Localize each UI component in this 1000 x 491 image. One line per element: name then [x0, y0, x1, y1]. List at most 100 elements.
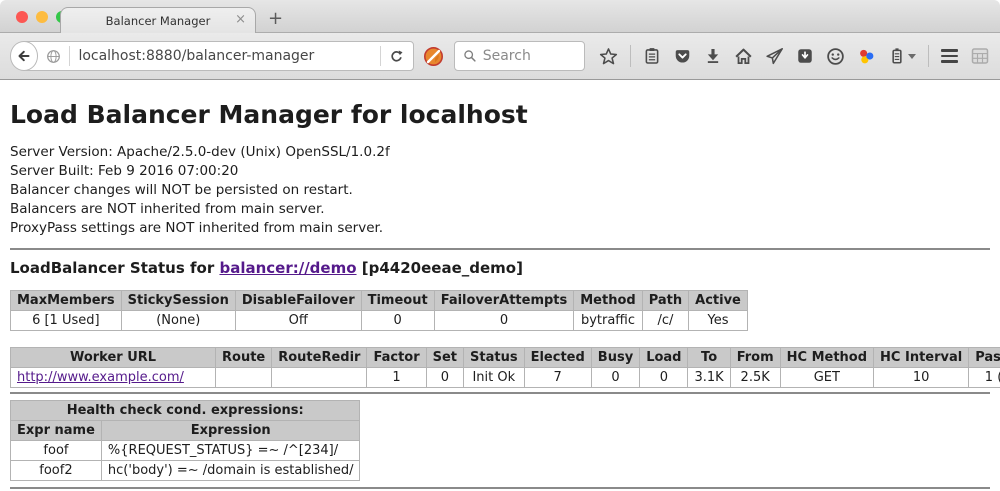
table-cell: 0 — [361, 311, 434, 331]
worker-url-cell: http://www.example.com/ — [11, 368, 216, 388]
status-heading-prefix: LoadBalancer Status for — [10, 259, 219, 277]
clipboard-button[interactable] — [643, 47, 661, 65]
proxypass-note-line: ProxyPass settings are NOT inherited fro… — [10, 219, 990, 238]
column-header: DisableFailover — [235, 291, 361, 311]
worker-status-table: Worker URLRouteRouteRedirFactorSetStatus… — [10, 347, 1000, 388]
pocket-icon — [673, 47, 692, 66]
toolbar-buttons — [599, 45, 990, 67]
table-cell: bytraffic — [574, 311, 642, 331]
url-text[interactable]: localhost:8880/balancer-manager — [78, 48, 371, 64]
loadbalancer-status-heading: LoadBalancer Status for balancer://demo … — [10, 259, 990, 277]
send-icon — [765, 47, 784, 66]
content-block-button[interactable] — [423, 46, 444, 67]
color-dots-icon — [857, 47, 876, 66]
close-tab-icon[interactable]: × — [235, 13, 246, 26]
column-header: Expression — [101, 421, 360, 441]
dropdown-caret-icon — [908, 54, 916, 59]
search-input[interactable] — [483, 48, 573, 64]
reader-grid-icon — [970, 46, 990, 66]
health-row: foof %{REQUEST_STATUS} =~ /^[234]/ — [11, 441, 360, 461]
persist-note-line: Balancer changes will NOT be persisted o… — [10, 181, 990, 200]
table-cell: 6 [1 Used] — [11, 311, 122, 331]
section-divider — [10, 392, 990, 394]
table-cell: 3.1K — [688, 368, 730, 388]
menu-button[interactable] — [941, 49, 958, 63]
table-cell: 10 — [874, 368, 969, 388]
downloads-button[interactable] — [704, 47, 722, 65]
balancer-header-row: MaxMembersStickySessionDisableFailoverTi… — [11, 291, 748, 311]
search-bar[interactable] — [454, 41, 585, 71]
reader-grid-button[interactable] — [970, 46, 990, 66]
health-title-row: Health check cond. expressions: — [11, 401, 360, 421]
column-header: Elected — [524, 348, 591, 368]
send-button[interactable] — [765, 47, 784, 66]
table-cell: 0 — [591, 368, 639, 388]
table-cell: 0 — [640, 368, 688, 388]
column-header: Expr name — [11, 421, 102, 441]
new-tab-button[interactable]: + — [268, 10, 283, 28]
navigation-toolbar: localhost:8880/balancer-manager — [0, 33, 1000, 80]
worker-url-link[interactable]: http://www.example.com/ — [17, 370, 184, 385]
download-icon — [704, 47, 722, 65]
table-cell: Off — [235, 311, 361, 331]
tab-title: Balancer Manager — [106, 14, 211, 28]
column-header: Method — [574, 291, 642, 311]
reload-icon — [389, 49, 404, 64]
urlbar-divider — [69, 46, 70, 66]
table-cell: /c/ — [642, 311, 688, 331]
color-dots-button[interactable] — [857, 47, 876, 66]
inherit-note-line: Balancers are NOT inherited from main se… — [10, 200, 990, 219]
tab-balancer-manager[interactable]: Balancer Manager × — [60, 7, 256, 33]
column-header: To — [688, 348, 730, 368]
column-header: Route — [216, 348, 272, 368]
column-header: FailoverAttempts — [434, 291, 574, 311]
column-header: MaxMembers — [11, 291, 122, 311]
column-header: Set — [426, 348, 463, 368]
bookmark-star-button[interactable] — [599, 47, 618, 66]
feedback-smiley-button[interactable] — [826, 47, 845, 66]
table-cell: GET — [780, 368, 873, 388]
health-header-row: Expr name Expression — [11, 421, 360, 441]
urlbar-divider — [380, 46, 381, 66]
titlebar: Balancer Manager × + — [0, 0, 1000, 33]
home-button[interactable] — [734, 47, 753, 66]
table-cell: 0 — [434, 311, 574, 331]
column-header: HC Interval — [874, 348, 969, 368]
page-title: Load Balancer Manager for localhost — [10, 100, 990, 129]
column-header: Active — [689, 291, 748, 311]
battery-status-button[interactable] — [888, 47, 916, 65]
hamburger-menu-icon — [941, 49, 958, 52]
server-version-line: Server Version: Apache/2.5.0-dev (Unix) … — [10, 143, 990, 162]
close-window-button[interactable] — [16, 11, 28, 23]
health-check-table: Health check cond. expressions: Expr nam… — [10, 400, 360, 481]
minimize-window-button[interactable] — [36, 11, 48, 23]
balancer-demo-link[interactable]: balancer://demo — [219, 259, 356, 277]
download-panel-button[interactable] — [796, 47, 814, 65]
column-header: StickySession — [121, 291, 235, 311]
section-divider — [10, 248, 990, 250]
browser-window: Balancer Manager × + localhost:8880/bala… — [0, 0, 1000, 491]
column-header: Passes — [969, 348, 1000, 368]
table-cell: (None) — [121, 311, 235, 331]
health-table-title: Health check cond. expressions: — [11, 401, 360, 421]
health-row: foof2 hc('body') =~ /domain is establish… — [11, 461, 360, 481]
globe-icon — [46, 49, 61, 64]
pocket-button[interactable] — [673, 47, 692, 66]
column-header: HC Method — [780, 348, 873, 368]
column-header: RouteRedir — [272, 348, 367, 368]
server-info: Server Version: Apache/2.5.0-dev (Unix) … — [10, 143, 990, 238]
expression-cell: %{REQUEST_STATUS} =~ /^[234]/ — [101, 441, 360, 461]
toolbar-divider — [928, 45, 929, 67]
column-header: Path — [642, 291, 688, 311]
clipboard-icon — [643, 47, 661, 65]
reload-button[interactable] — [389, 42, 413, 70]
table-cell: 7 — [524, 368, 591, 388]
section-divider — [10, 487, 990, 489]
status-heading-suffix: [p4420eeae_demo] — [357, 259, 523, 277]
table-cell: 2.5K — [730, 368, 780, 388]
url-bar[interactable]: localhost:8880/balancer-manager — [23, 41, 413, 71]
worker-row: http://www.example.com/ 10Init Ok7003.1K… — [11, 368, 1000, 388]
worker-header-row: Worker URLRouteRouteRedirFactorSetStatus… — [11, 348, 1000, 368]
balancer-settings-table: MaxMembersStickySessionDisableFailoverTi… — [10, 290, 748, 331]
expr-name-cell: foof2 — [11, 461, 102, 481]
